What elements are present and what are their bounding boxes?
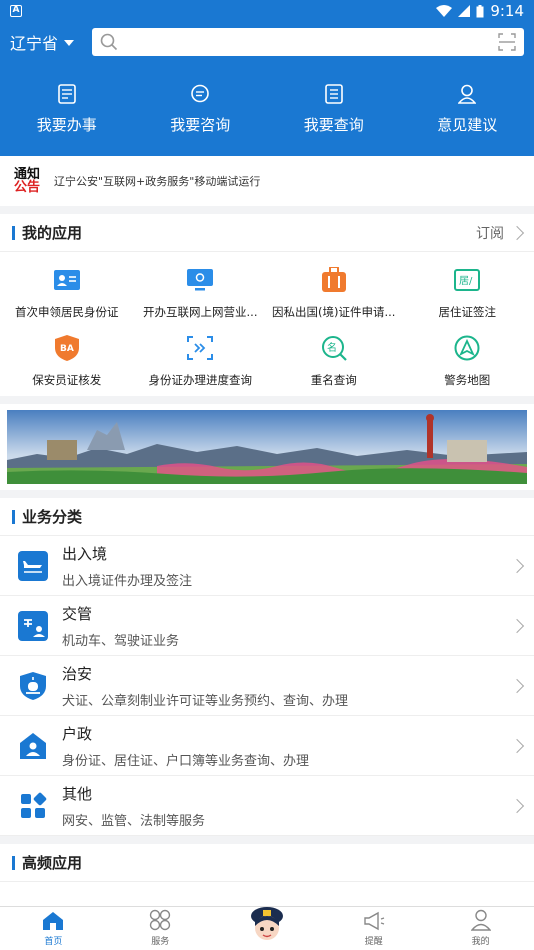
quick-action-business[interactable]: 我要办事: [0, 62, 134, 156]
app-item-id-progress[interactable]: 身份证办理进度查询: [134, 334, 268, 388]
frequent-apps-section: 高频应用: [0, 844, 534, 912]
signal-icon: [458, 5, 471, 17]
top-bar: 辽宁省: [0, 22, 534, 62]
promo-banner[interactable]: [0, 404, 534, 490]
app-grid: 首次申领居民身份证 开办互联网上网营业... 因私出国(境)证件申请... 居/…: [0, 252, 534, 396]
chevron-right-icon: [509, 618, 525, 633]
police-mascot-icon: [250, 907, 283, 940]
app-item-residence-permit[interactable]: 居/ 居住证签注: [401, 266, 534, 320]
police-light-icon: [20, 671, 46, 700]
id-card-icon: [53, 270, 80, 290]
search-icon: [100, 33, 118, 51]
section-title-frequent: 高频应用: [12, 852, 82, 873]
tab-services[interactable]: 服务: [107, 907, 214, 950]
section-title-my-apps: 我的应用: [12, 222, 82, 243]
scan-icon[interactable]: [498, 33, 516, 51]
tab-home[interactable]: 首页: [0, 907, 107, 950]
battery-icon: [476, 4, 484, 17]
search-input[interactable]: [92, 28, 524, 56]
plane-icon: [18, 550, 48, 581]
svg-text:居/: 居/: [459, 275, 473, 287]
app-item-police-map[interactable]: 警务地图: [401, 334, 534, 388]
notice-logo: 通知 公告: [14, 167, 41, 195]
category-row-public-security[interactable]: 治安 犬证、公章刻制业许可证等业务预约、查询、办理: [0, 656, 534, 716]
grid-icon: [21, 792, 47, 818]
tab-profile[interactable]: 我的: [427, 907, 534, 950]
chevron-right-icon: [509, 558, 525, 573]
document-icon: [57, 84, 76, 104]
person-icon: [458, 84, 477, 104]
bottom-tab-bar: 首页 服务 提醒 我的: [0, 906, 534, 950]
notification-icon: A: [10, 5, 22, 17]
province-label: 辽宁省: [10, 34, 59, 53]
name-search-icon: 名: [321, 336, 347, 361]
wifi-icon: [436, 5, 453, 17]
chevron-right-icon: [509, 225, 525, 240]
chevron-right-icon: [509, 738, 525, 753]
app-item-security-guard[interactable]: BA 保安员证核发: [0, 334, 134, 388]
progress-scan-icon: [187, 336, 214, 360]
quick-action-feedback[interactable]: 意见建议: [401, 62, 534, 156]
chevron-right-icon: [509, 678, 525, 693]
province-selector[interactable]: 辽宁省: [10, 30, 92, 54]
clock: 9:14: [490, 2, 524, 20]
megaphone-icon: [364, 911, 384, 931]
quick-action-consult[interactable]: 我要咨询: [134, 62, 268, 156]
status-bar: A 9:14: [0, 0, 534, 22]
traffic-icon: [18, 610, 48, 641]
notice-bar[interactable]: 通知 公告 辽宁公安"互联网+政务服务"移动端试运行: [0, 156, 534, 206]
services-icon: [149, 909, 171, 931]
banner-image: [7, 410, 527, 484]
my-apps-section: 我的应用 订阅 首次申领居民身份证 开办互联网上网营业... 因私出国(境)证件…: [0, 214, 534, 396]
app-item-name-search[interactable]: 名 重名查询: [267, 334, 401, 388]
section-title-categories: 业务分类: [12, 506, 82, 527]
list-icon: [324, 84, 343, 104]
svg-text:BA: BA: [60, 344, 74, 354]
quick-action-query[interactable]: 我要查询: [267, 62, 401, 156]
category-row-household[interactable]: 户政 身份证、居住证、户口簿等业务查询、办理: [0, 716, 534, 776]
app-item-internet-cafe[interactable]: 开办互联网上网营业...: [134, 266, 268, 320]
home-icon: [43, 912, 64, 930]
category-row-traffic[interactable]: 交管 机动车、驾驶证业务: [0, 596, 534, 656]
category-row-other[interactable]: 其他 网安、监管、法制等服务: [0, 776, 534, 836]
quick-actions: 我要办事 我要咨询 我要查询 意见建议: [0, 62, 534, 156]
subscribe-link[interactable]: 订阅: [476, 223, 525, 243]
shield-ba-icon: BA: [54, 335, 79, 361]
caret-down-icon: [64, 40, 75, 46]
app-item-first-id-card[interactable]: 首次申领居民身份证: [0, 266, 134, 320]
business-category-section: 业务分类 出入境 出入境证件办理及签注 交管 机动车、驾驶证业务 治安 犬证、公…: [0, 498, 534, 836]
tab-mascot[interactable]: [214, 907, 321, 950]
profile-icon: [470, 909, 491, 931]
monitor-icon: [187, 269, 214, 291]
svg-text:名: 名: [327, 341, 337, 354]
app-item-passport[interactable]: 因私出国(境)证件申请...: [267, 266, 401, 320]
tab-reminders[interactable]: 提醒: [320, 907, 427, 950]
notice-text: 辽宁公安"互联网+政务服务"移动端试运行: [54, 175, 261, 188]
luggage-icon: [321, 267, 346, 292]
chat-icon: [191, 84, 210, 103]
chevron-right-icon: [509, 798, 525, 813]
household-icon: [20, 732, 46, 759]
residence-icon: 居/: [454, 269, 481, 291]
map-nav-icon: [454, 335, 480, 361]
category-row-exit-entry[interactable]: 出入境 出入境证件办理及签注: [0, 536, 534, 596]
